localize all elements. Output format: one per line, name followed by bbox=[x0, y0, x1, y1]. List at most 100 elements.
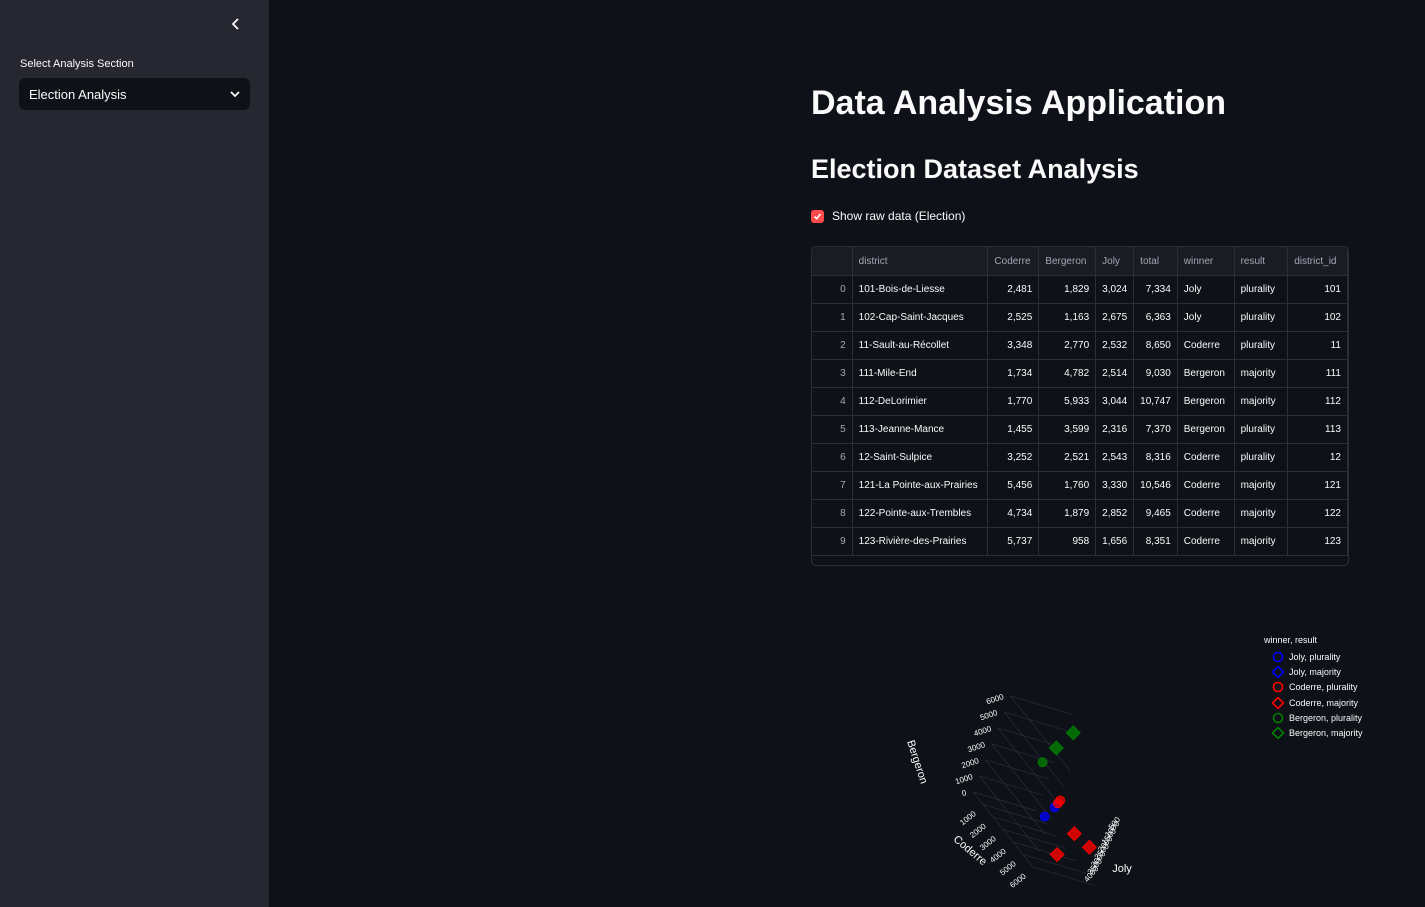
z-tick-label: 2000 bbox=[960, 756, 980, 770]
table-row[interactable]: 7 121-La Pointe-aux-Prairies 5,456 1,760 3,3… bbox=[812, 471, 1348, 500]
table-cell: 1,760 bbox=[1038, 471, 1097, 500]
table-cell: 2,514 bbox=[1095, 359, 1135, 388]
legend-label: Joly, plurality bbox=[1289, 651, 1341, 662]
table-row[interactable]: 8 122-Pointe-aux-Trembles 4,734 1,879 2,852 9… bbox=[812, 499, 1348, 528]
z-tick-label: 4000 bbox=[973, 724, 993, 738]
diamond-marker-icon bbox=[1272, 665, 1284, 678]
z-tick-label: 5000 bbox=[979, 708, 999, 722]
y-tick-label: 4000 bbox=[988, 846, 1008, 864]
table-cell: 2,481 bbox=[987, 275, 1040, 304]
table-cell: 2,543 bbox=[1095, 443, 1135, 472]
table-cell: 1,734 bbox=[987, 359, 1040, 388]
chevron-left-icon bbox=[231, 18, 239, 30]
table-cell: 2 bbox=[812, 331, 853, 360]
legend-item[interactable]: Bergeron, majority bbox=[1264, 725, 1363, 740]
column-header-total[interactable]: total bbox=[1133, 247, 1178, 276]
table-cell: 9,030 bbox=[1133, 359, 1178, 388]
column-header-district_id[interactable]: district_id bbox=[1287, 247, 1348, 276]
table-cell: 2,532 bbox=[1095, 331, 1135, 360]
column-header-district[interactable]: district bbox=[852, 247, 989, 276]
section-select[interactable]: Election Analysis bbox=[19, 78, 250, 110]
y-tick-label: 1000 bbox=[958, 809, 978, 827]
table-cell: 4 bbox=[812, 387, 853, 416]
z-tick-label: 3000 bbox=[967, 740, 987, 754]
table-cell: 2,852 bbox=[1095, 499, 1135, 528]
table-cell: 6 bbox=[812, 443, 853, 472]
z-axis-title: Bergeron bbox=[904, 739, 929, 786]
table-cell: 12 bbox=[1287, 443, 1348, 472]
table-row[interactable]: 5 113-Jeanne-Mance 1,455 3,599 2,316 7,370 Ber… bbox=[812, 415, 1348, 444]
column-header-winner[interactable]: winner bbox=[1177, 247, 1235, 276]
table-cell: 122 bbox=[1287, 499, 1348, 528]
legend-item[interactable]: Joly, majority bbox=[1264, 664, 1363, 679]
table-cell: 121 bbox=[1287, 471, 1348, 500]
table-cell: 2,770 bbox=[1038, 331, 1097, 360]
table-cell: Bergeron bbox=[1177, 387, 1235, 416]
show-raw-data-checkbox[interactable]: Show raw data (Election) bbox=[811, 209, 965, 223]
table-row[interactable]: 4 112-DeLorimier 1,770 5,933 3,044 10,747 Berg… bbox=[812, 387, 1348, 416]
data-point bbox=[1065, 725, 1081, 741]
column-header-Bergeron[interactable]: Bergeron bbox=[1038, 247, 1097, 276]
raw-data-table[interactable]: district Coderre Bergeron Joly total winner re… bbox=[811, 246, 1349, 566]
scatter-3d-chart[interactable]: 0100020003000400050006000100020003000400… bbox=[880, 620, 1240, 890]
table-cell: Coderre bbox=[1177, 443, 1235, 472]
collapse-sidebar-button[interactable] bbox=[226, 14, 246, 34]
column-header-result[interactable]: result bbox=[1234, 247, 1289, 276]
page-title: Data Analysis Application bbox=[811, 84, 1227, 122]
legend-title: winner, result bbox=[1264, 635, 1318, 645]
column-header-index[interactable] bbox=[812, 247, 853, 276]
table-cell: Coderre bbox=[1177, 527, 1235, 556]
table-row[interactable]: 9 123-Rivière-des-Prairies 5,737 958 1,656 8,… bbox=[812, 527, 1348, 556]
table-cell: 4,782 bbox=[1038, 359, 1097, 388]
table-row[interactable]: 6 12-Saint-Sulpice 3,252 2,521 2,543 8,316 Cod… bbox=[812, 443, 1348, 472]
section-select-value: Election Analysis bbox=[29, 86, 127, 102]
table-row[interactable]: 2 11-Sault-au-Récollet 3,348 2,770 2,532 8,65… bbox=[812, 331, 1348, 360]
legend-item[interactable]: Joly, plurality bbox=[1264, 649, 1363, 664]
table-cell: 2,521 bbox=[1038, 443, 1097, 472]
table-cell: 8,351 bbox=[1133, 527, 1178, 556]
table-cell: plurality bbox=[1234, 275, 1289, 304]
column-header-Coderre[interactable]: Coderre bbox=[987, 247, 1040, 276]
table-cell: 11 bbox=[1287, 331, 1348, 360]
column-header-Joly[interactable]: Joly bbox=[1095, 247, 1135, 276]
legend-item[interactable]: Coderre, majority bbox=[1264, 695, 1363, 710]
diamond-marker-icon bbox=[1272, 696, 1284, 709]
table-cell: majority bbox=[1234, 359, 1289, 388]
table-cell: 1 bbox=[812, 303, 853, 332]
table-row[interactable]: 3 111-Mile-End 1,734 4,782 2,514 9,030 Bergero… bbox=[812, 359, 1348, 388]
z-tick-label: 1000 bbox=[954, 772, 974, 786]
table-cell: 101 bbox=[1287, 275, 1348, 304]
x-axis-title: Joly bbox=[1112, 863, 1132, 875]
table-cell: Coderre bbox=[1177, 499, 1235, 528]
data-point bbox=[1037, 757, 1048, 768]
table-cell: 958 bbox=[1038, 527, 1097, 556]
table-cell: 3 bbox=[812, 359, 853, 388]
y-tick-label: 3000 bbox=[978, 834, 998, 852]
y-tick-label: 6000 bbox=[1008, 871, 1028, 889]
table-cell: 7,334 bbox=[1133, 275, 1178, 304]
table-cell: Bergeron bbox=[1177, 415, 1235, 444]
table-cell: 102-Cap-Saint-Jacques bbox=[852, 303, 989, 332]
table-row[interactable]: 1 102-Cap-Saint-Jacques 2,525 1,163 2,675 6,3… bbox=[812, 303, 1348, 332]
table-cell: 1,770 bbox=[987, 387, 1040, 416]
table-cell: 5,737 bbox=[987, 527, 1040, 556]
table-cell: 123-Rivière-des-Prairies bbox=[852, 527, 989, 556]
table-cell: 5,456 bbox=[987, 471, 1040, 500]
grid-line bbox=[997, 727, 1059, 804]
table-cell: 7 bbox=[812, 471, 853, 500]
legend-item[interactable]: Bergeron, plurality bbox=[1264, 710, 1363, 725]
table-cell: 8,650 bbox=[1133, 331, 1178, 360]
checkbox-box[interactable] bbox=[811, 209, 824, 223]
table-cell: 111-Mile-End bbox=[852, 359, 989, 388]
legend-item[interactable]: Coderre, plurality bbox=[1264, 680, 1363, 695]
table-row[interactable]: 0 101-Bois-de-Liesse 2,481 1,829 3,024 7,334 J… bbox=[812, 275, 1348, 304]
table-cell: 3,044 bbox=[1095, 387, 1135, 416]
grid-line bbox=[991, 743, 1052, 820]
table-cell: 2,316 bbox=[1095, 415, 1135, 444]
table-cell: 6,363 bbox=[1133, 303, 1178, 332]
table-cell: 1,879 bbox=[1038, 499, 1097, 528]
section-select-label: Select Analysis Section bbox=[20, 58, 134, 70]
table-cell: 7,370 bbox=[1133, 415, 1178, 444]
table-cell: 3,330 bbox=[1095, 471, 1135, 500]
table-cell: plurality bbox=[1234, 303, 1289, 332]
